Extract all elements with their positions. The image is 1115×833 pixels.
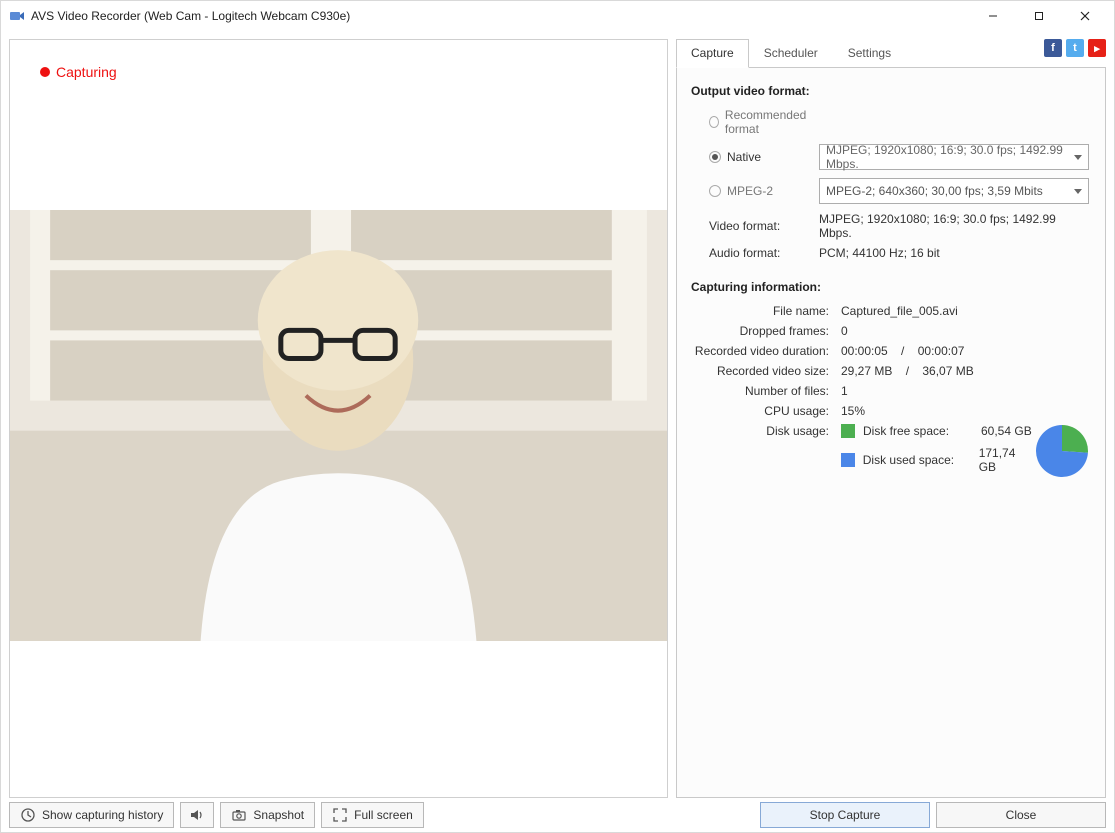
stop-capture-button[interactable]: Stop Capture [760,802,930,828]
native-label: Native [727,150,761,164]
fullscreen-label: Full screen [354,808,413,822]
capture-panel: Output video format: Recommended format … [676,68,1106,798]
radio-mpeg2[interactable] [709,185,721,197]
history-icon [20,807,36,823]
disk-free-value: 60,54 GB [981,424,1032,438]
mpeg2-format-combo[interactable]: MPEG-2; 640x360; 30,00 fps; 3,59 Mbits [819,178,1089,204]
tab-scheduler[interactable]: Scheduler [749,39,833,67]
snapshot-label: Snapshot [253,808,304,822]
capturing-indicator: Capturing [40,64,117,80]
radio-native[interactable] [709,151,721,163]
window-title: AVS Video Recorder (Web Cam - Logitech W… [31,9,970,23]
size-value: 29,27 MB / 36,07 MB [841,364,1089,378]
disk-used-label: Disk used space: [863,453,971,467]
app-icon [9,8,25,24]
output-format-title: Output video format: [691,84,1089,98]
disk-usage-pie-chart [1035,424,1089,478]
maximize-button[interactable] [1016,1,1062,31]
minimize-button[interactable] [970,1,1016,31]
snapshot-button[interactable]: Snapshot [220,802,315,828]
disk-free-swatch [841,424,855,438]
native-combo-value: MJPEG; 1920x1080; 16:9; 30.0 fps; 1492.9… [826,143,1074,171]
capturing-label: Capturing [56,64,117,80]
file-name-label: File name: [691,304,841,318]
speaker-icon [189,807,205,823]
duration-label: Recorded video duration: [691,344,841,358]
recommended-label: Recommended format [725,108,819,136]
files-count-label: Number of files: [691,384,841,398]
close-window-button[interactable] [1062,1,1108,31]
camera-icon [231,807,247,823]
disk-used-value: 171,74 GB [979,446,1035,474]
titlebar: AVS Video Recorder (Web Cam - Logitech W… [1,1,1114,31]
app-window: AVS Video Recorder (Web Cam - Logitech W… [0,0,1115,833]
radio-recommended[interactable] [709,116,719,128]
dropped-frames-label: Dropped frames: [691,324,841,338]
size-label: Recorded video size: [691,364,841,378]
webcam-frame-illustration [10,210,667,641]
mpeg2-label: MPEG-2 [727,184,773,198]
video-format-label: Video format: [709,219,819,233]
audio-format-label: Audio format: [709,246,819,260]
record-dot-icon [40,67,50,77]
mpeg2-combo-value: MPEG-2; 640x360; 30,00 fps; 3,59 Mbits [826,184,1043,198]
chevron-down-icon [1074,155,1082,160]
fullscreen-icon [332,807,348,823]
tab-settings[interactable]: Settings [833,39,906,67]
dropped-frames-value: 0 [841,324,1089,338]
stop-capture-label: Stop Capture [810,808,881,822]
history-label: Show capturing history [42,808,163,822]
close-button[interactable]: Close [936,802,1106,828]
fullscreen-button[interactable]: Full screen [321,802,424,828]
audio-format-value: PCM; 44100 Hz; 16 bit [819,246,1089,260]
tab-capture[interactable]: Capture [676,39,749,68]
duration-value: 00:00:05 / 00:00:07 [841,344,1089,358]
files-count-value: 1 [841,384,1089,398]
show-history-button[interactable]: Show capturing history [9,802,174,828]
chevron-down-icon [1074,189,1082,194]
close-label: Close [1006,808,1037,822]
tabs-bar: Capture Scheduler Settings [676,39,1106,68]
cpu-usage-label: CPU usage: [691,404,841,418]
bottom-toolbar: Show capturing history Snapshot Full scr… [1,798,1114,832]
video-format-value: MJPEG; 1920x1080; 16:9; 30.0 fps; 1492.9… [819,212,1089,240]
cpu-usage-value: 15% [841,404,1089,418]
disk-free-label: Disk free space: [863,424,973,438]
audio-button[interactable] [180,802,214,828]
disk-usage-label: Disk usage: [691,424,841,438]
disk-used-swatch [841,453,855,467]
native-format-combo[interactable]: MJPEG; 1920x1080; 16:9; 30.0 fps; 1492.9… [819,144,1089,170]
video-preview: Capturing [9,39,668,798]
file-name-value: Captured_file_005.avi [841,304,1089,318]
capture-info-title: Capturing information: [691,280,1089,294]
